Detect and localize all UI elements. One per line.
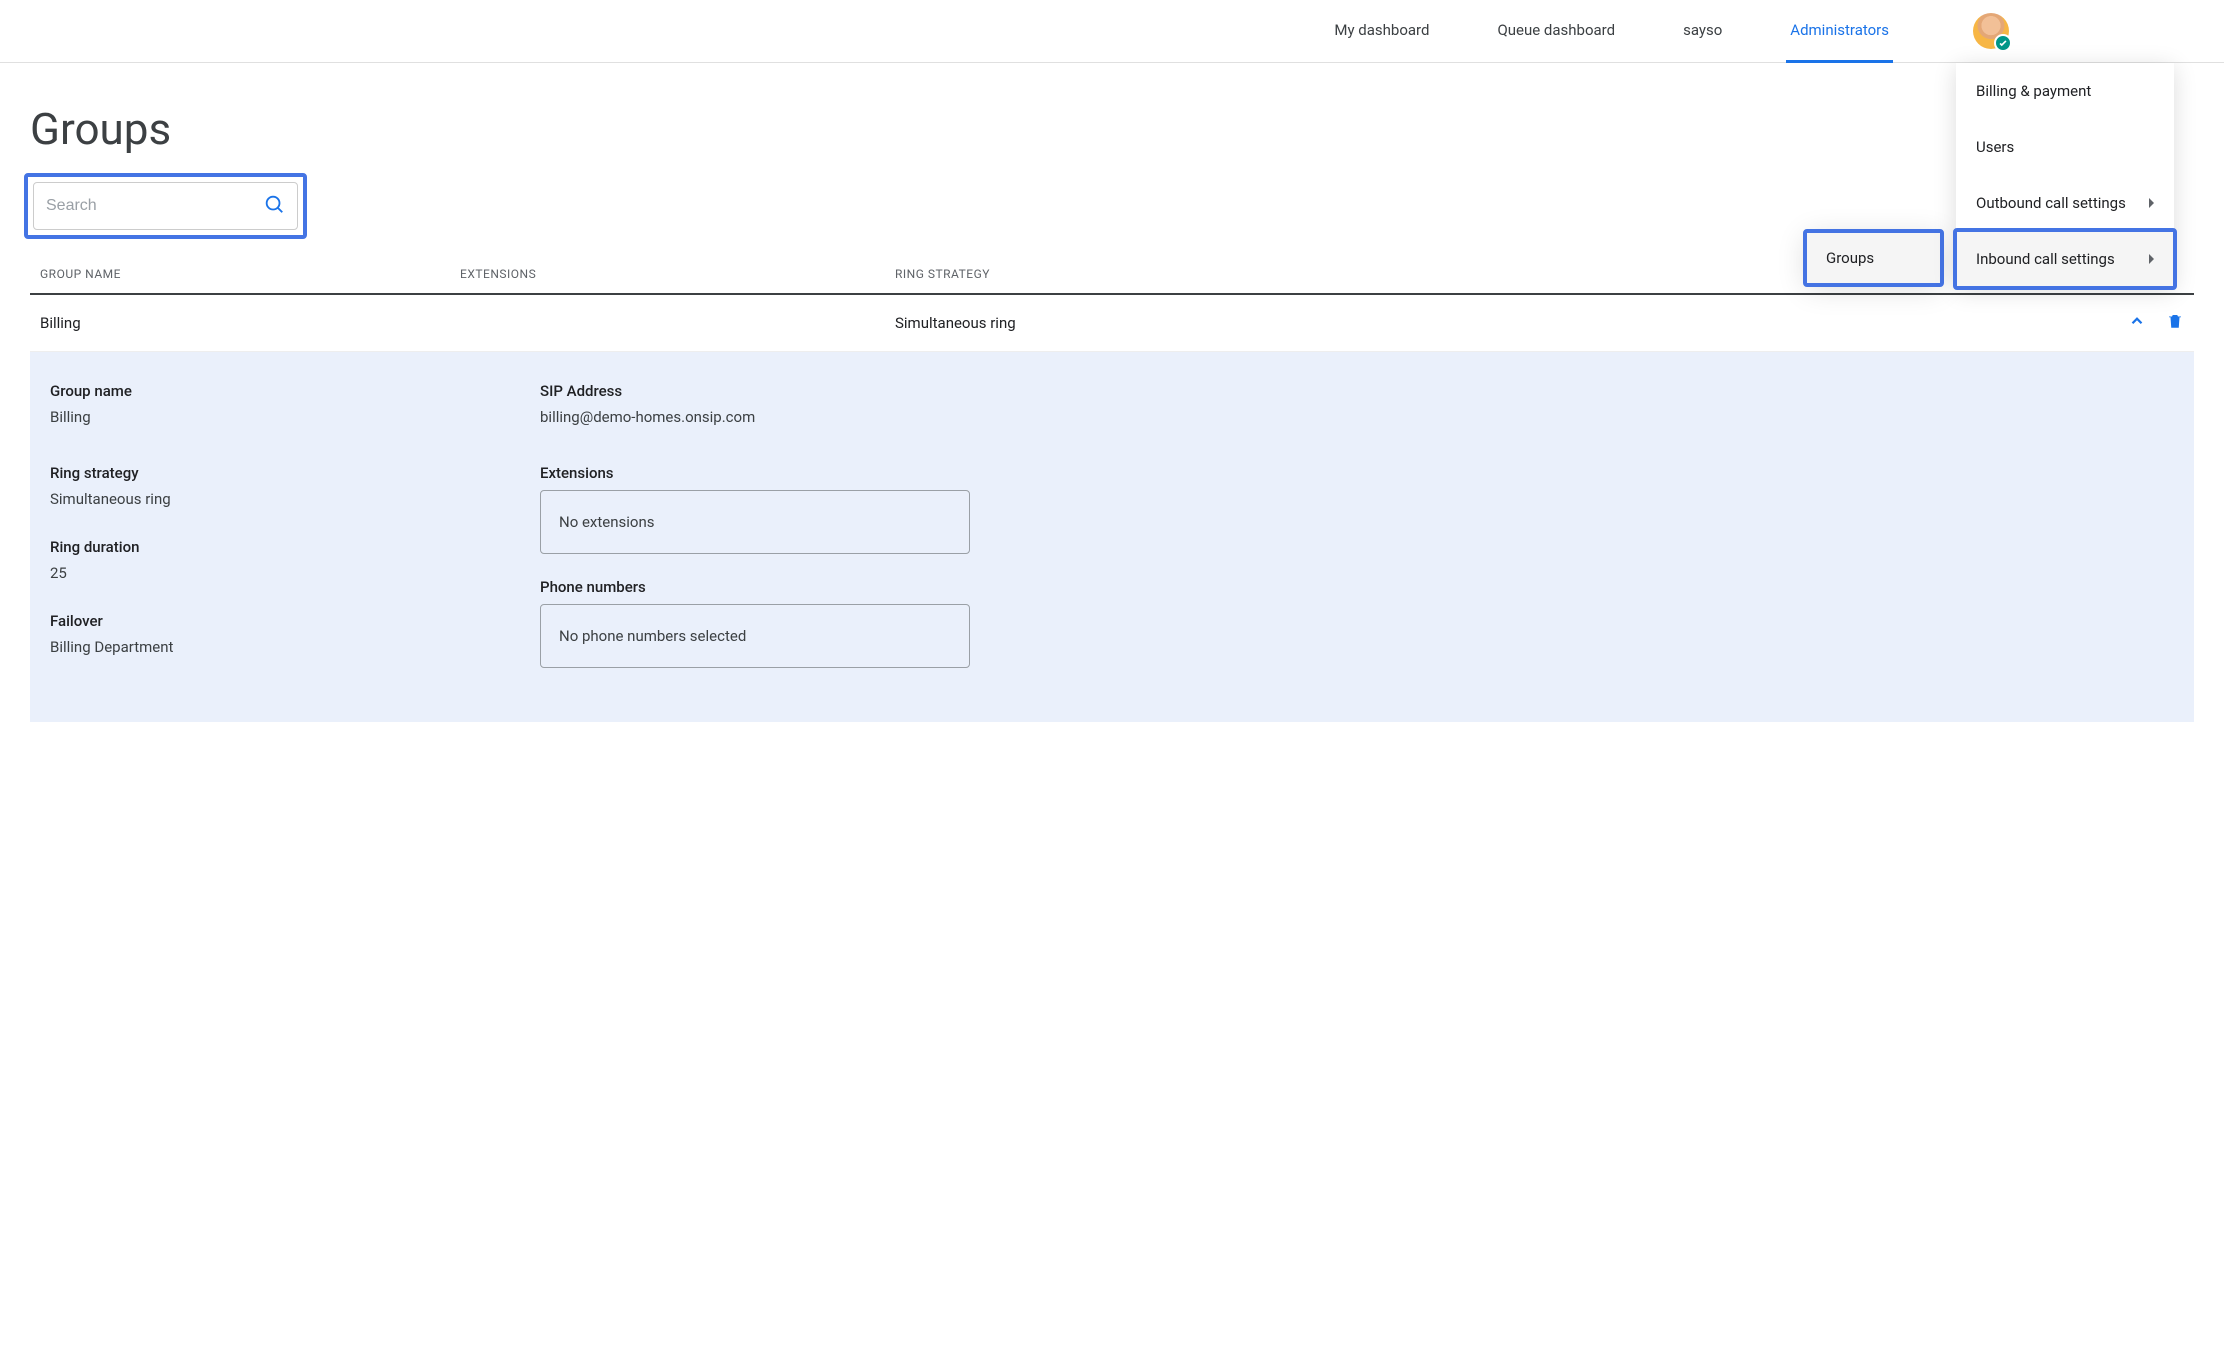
row-name: Billing [40,314,460,332]
value-failover: Billing Department [50,638,480,656]
page-title: Groups [30,103,2194,155]
label-ring-strategy: Ring strategy [50,464,480,482]
dropdown-users[interactable]: Users [1956,119,2174,175]
value-ring-duration: 25 [50,564,480,582]
value-ring-strategy: Simultaneous ring [50,490,480,508]
label-phone: Phone numbers [540,578,970,596]
search-icon[interactable] [263,193,285,219]
search-box[interactable] [33,182,298,230]
user-avatar[interactable] [1973,13,2009,49]
value-sip: billing@demo-homes.onsip.com [540,408,970,426]
submenu-groups[interactable]: Groups [1806,232,1941,284]
check-icon [1994,34,2012,52]
nav-queue-dashboard[interactable]: Queue dashboard [1493,0,1619,63]
value-group-name: Billing [50,408,480,426]
inbound-submenu: Groups [1806,232,1941,284]
table-row[interactable]: Billing Simultaneous ring [30,295,2194,352]
col-header-ext: EXTENSIONS [460,267,895,281]
dropdown-label: Users [1976,138,2014,156]
nav-administrators[interactable]: Administrators [1786,0,1893,63]
dropdown-outbound[interactable]: Outbound call settings [1956,175,2174,231]
nav-sayso[interactable]: sayso [1679,0,1726,63]
nav-my-dashboard[interactable]: My dashboard [1330,0,1433,63]
dropdown-label: Outbound call settings [1976,194,2126,212]
dropdown-billing-payment[interactable]: Billing & payment [1956,63,2174,119]
label-ring-duration: Ring duration [50,538,480,556]
group-details-panel: Group name Billing Ring strategy Simulta… [30,352,2194,722]
phone-select[interactable]: No phone numbers selected [540,604,970,668]
extensions-select[interactable]: No extensions [540,490,970,554]
search-input[interactable] [46,197,255,215]
label-group-name: Group name [50,382,480,400]
dropdown-label: Inbound call settings [1976,250,2115,268]
chevron-up-icon[interactable] [2128,312,2146,334]
label-sip: SIP Address [540,382,970,400]
chevron-right-icon [2149,198,2154,208]
col-header-name: GROUP NAME [40,267,460,281]
dropdown-inbound[interactable]: Inbound call settings [1956,231,2174,287]
dropdown-label: Billing & payment [1976,82,2091,100]
administrators-dropdown: Billing & payment Users Outbound call se… [1956,63,2174,287]
label-failover: Failover [50,612,480,630]
label-extensions: Extensions [540,464,970,482]
chevron-right-icon [2149,254,2154,264]
trash-icon[interactable] [2166,311,2184,335]
row-ring: Simultaneous ring [895,314,2128,332]
